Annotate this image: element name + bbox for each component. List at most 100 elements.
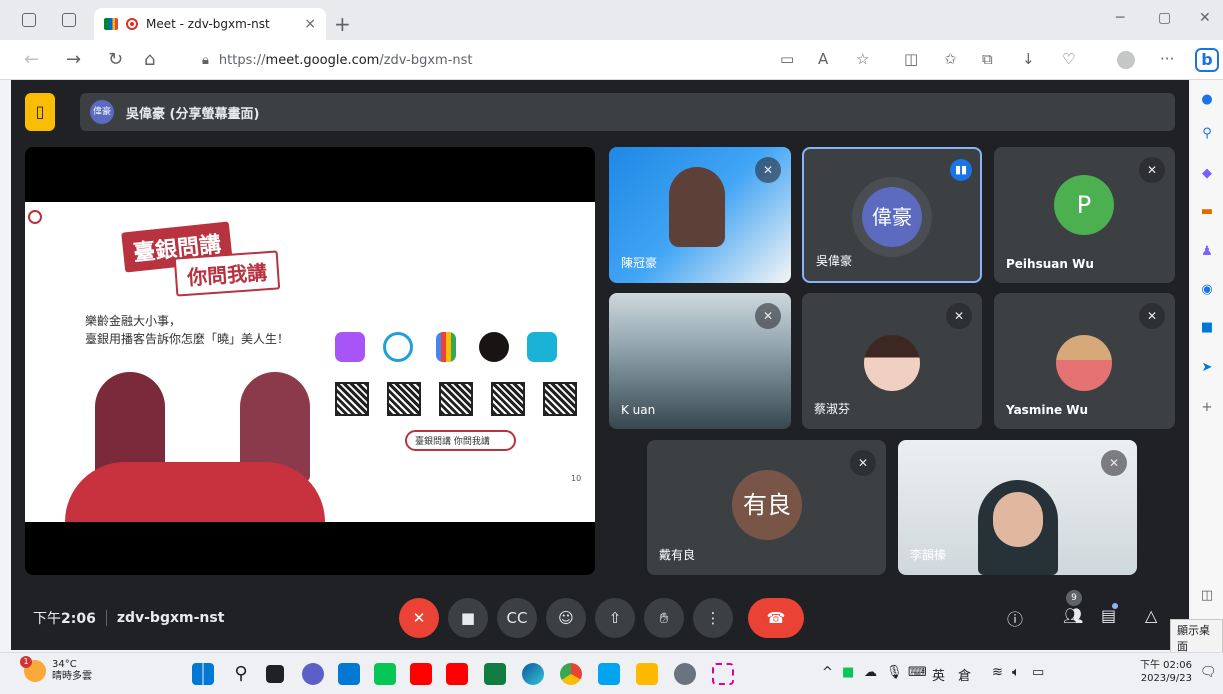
start-icon[interactable] [192,663,214,685]
person-silhouette [669,167,725,247]
camera-toggle-button[interactable]: ■ [448,598,488,638]
meeting-details-icon[interactable]: ⓘ [1007,606,1023,630]
back-icon[interactable]: ← [24,49,39,70]
forward-icon[interactable]: → [66,49,81,70]
chat-notification-dot [1112,603,1118,609]
app-icon[interactable] [598,663,620,685]
qr-code-icon [335,382,369,416]
sidebar-add-icon[interactable]: + [1199,400,1215,416]
wifi-icon[interactable]: ≋ [992,665,1003,680]
meeting-code: zdv-bgxm-nst [116,610,225,626]
activities-icon[interactable]: △ [1145,606,1157,625]
participant-name: Yasmine Wu [1006,403,1089,417]
ime-mode[interactable]: 英 [932,665,945,684]
weather-widget[interactable]: 1 34°C 晴時多雲 [20,656,92,683]
sidebar-games-icon[interactable]: ♟ [1199,244,1215,260]
taskbar-clock[interactable]: 下午 02:06 2023/9/23 [1140,659,1192,685]
captions-button[interactable]: CC [497,598,537,638]
present-screen-button[interactable]: ⇧ [595,598,635,638]
split-screen-icon[interactable]: ◫ [904,50,918,68]
meet-window: ▯ 偉豪 吳偉豪 (分享螢幕畫面) 臺銀問講 你問我講 樂齡金融大小事， 臺銀用… [11,80,1189,650]
tab-actions-icon[interactable] [62,13,76,27]
workspaces-icon[interactable] [22,13,36,27]
favorite-star-icon[interactable]: ☆ [856,50,869,68]
participant-tile[interactable]: ✕ 李韻榛 [898,440,1137,575]
people-count-badge: 9 [1066,590,1082,606]
sidebar-tools-icon[interactable]: ▬ [1199,204,1215,220]
apple-podcasts-icon [335,332,365,362]
settings-icon[interactable] [674,663,696,685]
favorites-icon[interactable]: ✩ [944,50,957,68]
leave-call-button[interactable]: ☎︎ [748,598,804,638]
chat-app-icon[interactable] [302,663,324,685]
raise-hand-button[interactable]: ✋︎ [644,598,684,638]
file-explorer-icon[interactable] [636,663,658,685]
participant-name: Peihsuan Wu [1006,257,1094,271]
task-view-icon[interactable] [266,665,284,683]
mic-toggle-button[interactable]: ✕ [399,598,439,638]
restore-icon[interactable]: ▢ [1158,10,1171,26]
sidebar-search-icon[interactable]: ⚲ [1199,126,1215,142]
collections-icon[interactable]: ⧉ [982,50,993,68]
bing-copilot-button[interactable]: b [1195,48,1219,72]
notifications-icon[interactable]: 🗨︎ [1200,665,1217,680]
excel-icon[interactable] [484,663,506,685]
door-exit-icon[interactable]: ▯ [25,93,55,131]
sidebar-toggle-icon[interactable]: ◫ [1199,588,1215,604]
participant-tile[interactable]: 有良 ✕ 戴有良 [647,440,886,575]
person-face [993,492,1043,547]
line-icon[interactable] [374,663,396,685]
volume-icon[interactable]: 🔈︎ [1012,665,1020,680]
browser-essentials-icon[interactable]: ♡ [1062,50,1075,68]
store-icon[interactable] [338,663,360,685]
ime-icon[interactable]: 倉 [958,665,971,684]
snipping-tool-icon[interactable] [712,663,734,685]
participant-tile[interactable]: ✕ 蔡淑芬 [802,293,982,429]
participant-tile[interactable]: P ✕ Peihsuan Wu [994,147,1175,283]
sidebar-tag-icon[interactable]: ◆ [1199,166,1215,182]
youtube-icon-2[interactable] [446,663,468,685]
participant-tile[interactable]: ✕ 陳冠豪 [609,147,791,283]
tray-mic-icon[interactable]: 🎙︎ [886,665,903,680]
mic-off-icon: ✕ [850,450,876,476]
sidebar-send-icon[interactable]: ➤ [1199,360,1215,376]
downloads-icon[interactable]: ↓ [1022,50,1035,68]
qr-code-icon [387,382,421,416]
qr-code-icon [491,382,525,416]
notification-icon[interactable]: ● [1199,92,1215,108]
tray-overflow-icon[interactable]: ^ [822,665,833,680]
presenter-avatar: 偉豪 [90,100,114,124]
tab-title: Meet - zdv-bgxm-nst [146,17,270,31]
sidebar-outlook-icon[interactable]: ■ [1199,320,1215,336]
people-icon[interactable]: 👥︎ [1063,606,1083,625]
participant-tile[interactable]: ✕ K uan [609,293,791,429]
battery-icon[interactable]: ▭ [1032,665,1044,680]
youtube-icon[interactable] [410,663,432,685]
sidebar-office-icon[interactable]: ◉ [1199,282,1215,298]
new-tab-button[interactable]: + [334,12,351,36]
participant-tile[interactable]: ✕ Yasmine Wu [994,293,1175,429]
camera-permission-icon[interactable]: ▭ [780,50,794,68]
screen-share-view[interactable]: 臺銀問講 你問我講 樂齡金融大小事， 臺銀用播客告訴你怎麼「曉」美人生！ 臺銀問… [25,147,595,575]
participant-tile-speaking[interactable]: 偉豪 ▮▮ 吳偉豪 [802,147,982,283]
more-menu-button[interactable]: ··· [1160,50,1174,68]
minimize-icon[interactable]: ─ [1116,10,1124,26]
tray-keyboard-icon[interactable]: ⌨ [908,665,927,680]
tray-cloud-icon[interactable]: ☁ [864,665,877,680]
browser-address-bar: ← → ↻ ⌂ 🔒︎ https://meet.google.com/zdv-b… [0,40,1223,80]
profile-avatar[interactable] [1117,51,1135,69]
home-icon[interactable]: ⌂ [144,49,155,70]
read-aloud-icon[interactable]: A [818,50,828,68]
taskbar-search-icon[interactable]: ⚲ [230,663,252,685]
chrome-icon[interactable] [560,663,582,685]
tab-close-button[interactable]: × [304,16,316,32]
tray-line-icon[interactable]: ■ [842,665,854,680]
emoji-reaction-button[interactable]: ☺ [546,598,586,638]
window-close-icon[interactable]: ✕ [1199,10,1211,26]
refresh-icon[interactable]: ↻ [108,49,123,70]
more-options-button[interactable]: ⋮ [693,598,733,638]
divider [105,610,107,626]
edge-icon[interactable] [522,663,544,685]
browser-tab-meet[interactable]: Meet - zdv-bgxm-nst × [94,8,326,40]
qr-code-icon [543,382,577,416]
